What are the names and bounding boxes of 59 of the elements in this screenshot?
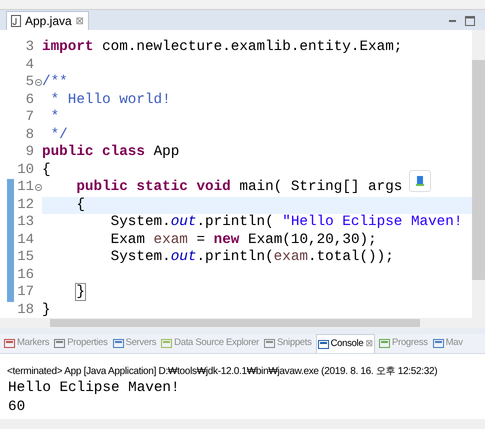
tab-icon [112,338,124,349]
line-number: 10 [16,160,34,180]
code-line: } [42,300,51,318]
hover-popup-icon [409,170,431,192]
console-output: Hello Eclipse Maven! [7,379,181,398]
code-line: */ [50,126,68,144]
tab-icon [54,338,66,349]
panel-tab[interactable]: Servers [112,334,158,353]
console-status: <terminated> App [Java Application] D:₩tools₩jdk-12.0.1₩bin₩javaw.exe (2019. 8. 16. 오후 12:52:32) [6,365,438,379]
panel-tab[interactable]: Snippets [263,334,313,353]
code-line: public class App [42,143,180,162]
tab-icon [432,338,444,349]
line-number: 3 [24,38,34,58]
line-number: 18 [16,300,34,318]
line-number: 17 [16,283,34,302]
fold-icon[interactable] [34,184,42,192]
code-line: import com.newlecture.examlib.entity.Exam; [42,38,402,58]
line-number: 14 [16,230,34,250]
line-number: 16 [16,266,34,285]
line-number: 15 [16,248,34,268]
line-number: 7 [24,108,34,128]
line-number: 11 [16,178,34,198]
horizontal-scrollbar[interactable] [0,318,485,328]
line-number: 12 [16,196,34,215]
tab-icon [318,338,329,350]
code-line: { [75,196,85,215]
panel-tab[interactable]: Markers [3,334,50,353]
line-number: 9 [24,143,34,162]
tab-icon [264,338,275,349]
code-line: /** [42,73,68,92]
code-line: * Hello world! [50,90,171,110]
editor-tab[interactable]: App.java ⊠ [6,11,89,30]
close-icon[interactable]: ⊠ [365,337,374,351]
code-line: public static void main( String[] args [75,178,402,198]
code-line: * [50,108,60,128]
code-line: { [42,160,51,180]
java-file-icon [11,15,21,27]
panel-tab[interactable]: Properties [53,334,109,353]
panel-tab[interactable]: Data Source Explorer [160,334,260,353]
fold-icon[interactable] [34,79,42,86]
maximize-icon[interactable] [465,16,475,26]
close-icon[interactable]: ⊠ [76,14,84,28]
tab-icon [161,338,172,349]
line-number: 6 [24,90,34,110]
code-line: System.out.println( "Hello Eclipse Maven! [110,213,462,232]
code-line: Exam exam = new Exam(10,20,30); [110,230,377,250]
line-number: 4 [24,56,34,75]
panel-tab[interactable]: Mav [432,334,464,353]
line-number: 5 [24,73,34,92]
vertical-scrollbar[interactable] [472,30,485,318]
line-number: 8 [24,126,34,145]
console-output: 60 [7,398,26,417]
panel-tab[interactable]: Progress [378,334,429,353]
code-line: } [75,283,85,302]
code-line: System.out.println(exam.total()); [110,248,394,268]
line-number: 13 [16,213,34,232]
tab-icon [379,338,390,349]
tab-icon [4,338,15,349]
panel-tab[interactable]: Console ⊠ [316,334,376,353]
